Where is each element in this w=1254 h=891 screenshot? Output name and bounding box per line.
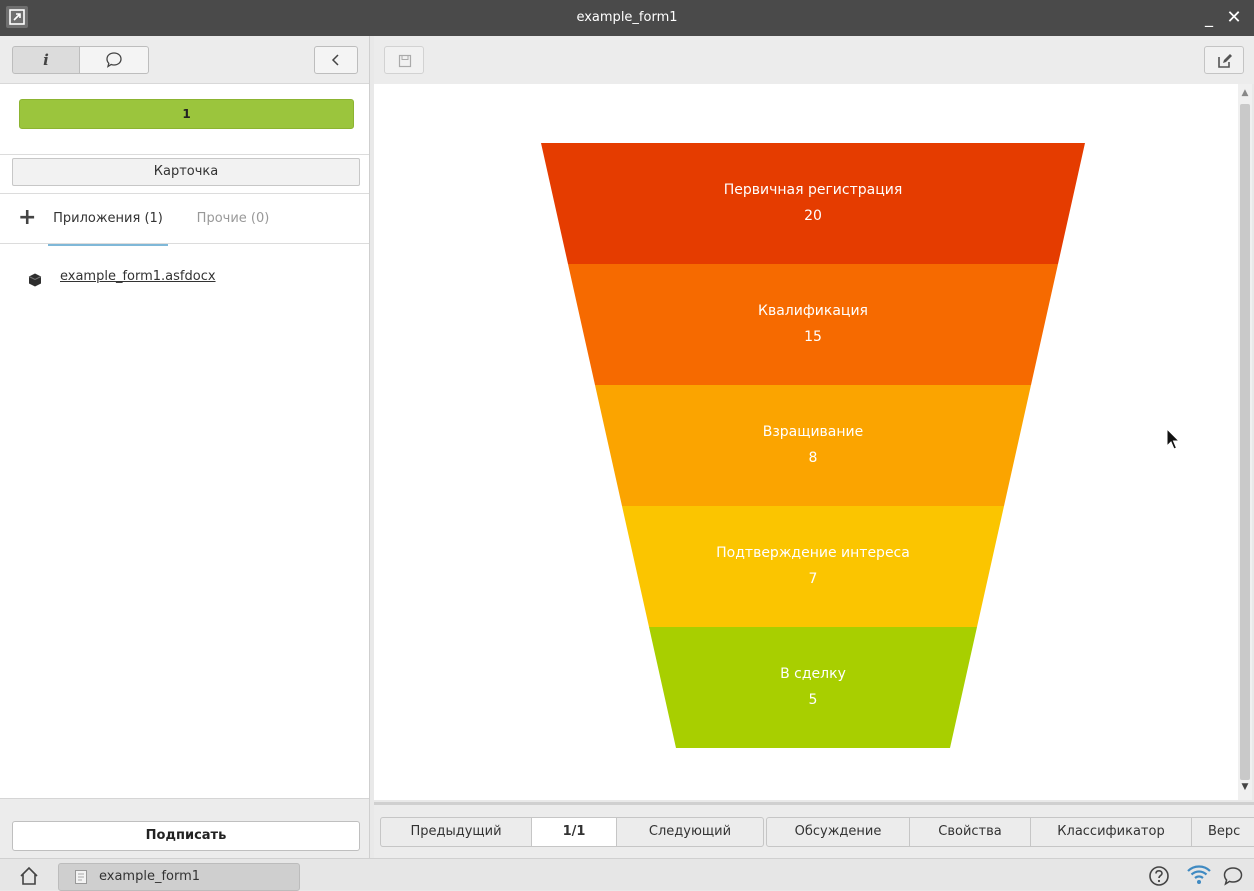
funnel-stage-label: Первичная регистрация bbox=[724, 182, 903, 198]
funnel-segment bbox=[622, 506, 1004, 627]
divider bbox=[0, 243, 369, 244]
window-title: example_form1 bbox=[576, 10, 678, 25]
sidebar-panel: i 1 Карточка + Приложения (1) Прочие (0)… bbox=[0, 36, 370, 858]
save-icon bbox=[398, 54, 412, 68]
sidebar-toolbar: i bbox=[0, 36, 369, 84]
funnel-segment bbox=[649, 627, 977, 748]
taskbar: example_form1 bbox=[0, 858, 1254, 891]
funnel-stage-value: 5 bbox=[809, 692, 818, 708]
close-button[interactable]: ✕ bbox=[1224, 8, 1244, 28]
sign-area: Подписать bbox=[0, 798, 369, 858]
funnel-stage-value: 8 bbox=[809, 450, 818, 466]
funnel-stage-value: 15 bbox=[804, 329, 822, 345]
window-titlebar: example_form1 _ ✕ bbox=[0, 0, 1254, 36]
funnel-stage-label: В сделку bbox=[780, 666, 846, 682]
versions-button[interactable]: Верс bbox=[1191, 817, 1254, 847]
document-toolbar bbox=[374, 36, 1254, 84]
next-button[interactable]: Следующий bbox=[616, 817, 764, 847]
tab-attachments[interactable]: Приложения (1) bbox=[48, 206, 168, 246]
divider bbox=[0, 154, 369, 155]
edit-icon bbox=[1218, 54, 1232, 68]
vertical-scrollbar[interactable]: ▲ ▼ bbox=[1238, 84, 1252, 800]
collapse-sidebar-button[interactable] bbox=[314, 46, 358, 74]
file-icon bbox=[28, 272, 42, 287]
previous-button[interactable]: Предыдущий bbox=[380, 817, 532, 847]
cursor-icon bbox=[1166, 427, 1182, 452]
chevron-left-icon bbox=[315, 47, 357, 73]
tab-other[interactable]: Прочие (0) bbox=[188, 206, 278, 246]
chat-icon[interactable] bbox=[1222, 865, 1244, 887]
funnel-segment bbox=[595, 385, 1031, 506]
document-viewer: Первичная регистрация 20 Квалификация 15 Взр… bbox=[374, 84, 1238, 800]
taskbar-item[interactable]: example_form1 bbox=[58, 863, 300, 891]
funnel-stage-value: 20 bbox=[804, 208, 822, 224]
funnel-stage-label: Взращивание bbox=[763, 424, 864, 440]
card-button[interactable]: Карточка bbox=[12, 158, 360, 186]
document-icon bbox=[75, 870, 87, 884]
scroll-up-icon[interactable]: ▲ bbox=[1240, 88, 1250, 98]
plus-icon[interactable]: + bbox=[18, 207, 36, 229]
funnel-segment bbox=[541, 143, 1085, 264]
funnel-chart: Первичная регистрация 20 Квалификация 15 Взр… bbox=[541, 143, 1085, 748]
funnel-stage-label: Подтверждение интереса bbox=[716, 545, 910, 561]
scroll-down-icon[interactable]: ▼ bbox=[1240, 782, 1250, 792]
classifier-button[interactable]: Классификатор bbox=[1030, 817, 1192, 847]
properties-button[interactable]: Свойства bbox=[909, 817, 1031, 847]
funnel-stage-value: 7 bbox=[809, 571, 818, 587]
funnel-stage-label: Квалификация bbox=[758, 303, 868, 319]
wifi-icon[interactable] bbox=[1186, 863, 1212, 887]
attachment-link[interactable]: example_form1.asfdocx bbox=[60, 268, 216, 286]
document-navigation: Предыдущий 1/1 Следующий Обсуждение Свой… bbox=[374, 802, 1254, 858]
info-icon: i bbox=[43, 51, 49, 69]
funnel-segment bbox=[568, 264, 1058, 385]
taskbar-item-label: example_form1 bbox=[99, 869, 201, 884]
discussion-button[interactable]: Обсуждение bbox=[766, 817, 910, 847]
status-bar: 1 bbox=[19, 99, 354, 129]
help-icon[interactable] bbox=[1148, 865, 1170, 887]
save-button[interactable] bbox=[384, 46, 424, 74]
scrollbar-thumb[interactable] bbox=[1240, 104, 1250, 780]
minimize-button[interactable]: _ bbox=[1200, 8, 1218, 28]
divider bbox=[0, 193, 369, 194]
home-icon[interactable] bbox=[18, 865, 40, 887]
sign-button[interactable]: Подписать bbox=[12, 821, 360, 851]
page-counter: 1/1 bbox=[531, 817, 617, 847]
tab-info[interactable]: i bbox=[12, 46, 80, 74]
comment-icon bbox=[80, 47, 148, 73]
tab-comments[interactable] bbox=[79, 46, 149, 74]
edit-button[interactable] bbox=[1204, 46, 1244, 74]
